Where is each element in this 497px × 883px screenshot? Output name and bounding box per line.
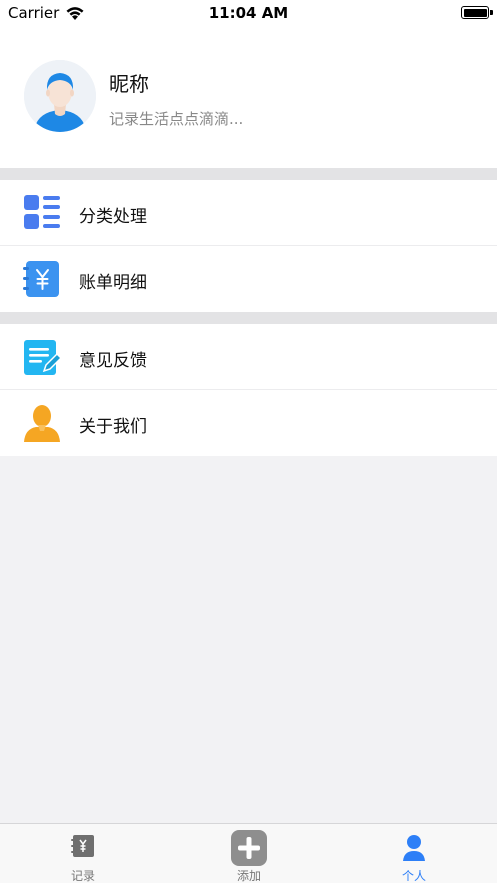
add-plus-icon: [230, 829, 267, 866]
section-separator: [0, 168, 497, 180]
category-grid-icon: [22, 193, 62, 233]
status-time: 11:04 AM: [208, 4, 289, 22]
profile-header[interactable]: 昵称 记录生活点点滴滴...: [0, 26, 497, 168]
menu-item-label: 意见反馈: [79, 351, 147, 371]
tab-label: 添加: [236, 869, 261, 883]
menu-item-about[interactable]: 关于我们: [0, 390, 497, 456]
tab-label: 记录: [70, 869, 95, 883]
person-silhouette-icon: [22, 403, 62, 443]
tab-add[interactable]: 添加: [166, 824, 332, 883]
nickname[interactable]: 昵称: [109, 68, 149, 97]
menu-item-category[interactable]: 分类处理: [0, 180, 497, 246]
record-book-icon: [65, 830, 101, 866]
avatar-person-icon: [24, 60, 96, 132]
tab-profile[interactable]: 个人: [331, 824, 497, 883]
feedback-note-icon: [22, 337, 63, 377]
avatar[interactable]: [24, 60, 96, 132]
tab-bar: 记录 添加 个人: [0, 823, 497, 883]
menu-item-feedback[interactable]: 意见反馈: [0, 324, 497, 390]
menu-item-label: 账单明细: [79, 273, 147, 293]
menu-item-label: 关于我们: [79, 417, 147, 437]
tab-label: 个人: [401, 869, 426, 883]
section-separator: [0, 312, 497, 324]
menu-item-bill[interactable]: 账单明细: [0, 246, 497, 312]
battery-icon: [461, 6, 489, 19]
battery-tip: [490, 10, 493, 15]
status-bar: Carrier 11:04 AM: [0, 0, 497, 26]
menu-item-label: 分类处理: [79, 207, 147, 227]
tab-record[interactable]: 记录: [0, 824, 166, 883]
bill-notebook-icon: [22, 259, 62, 299]
bio-text: 记录生活点点滴滴...: [109, 110, 244, 128]
person-icon: [396, 830, 432, 866]
